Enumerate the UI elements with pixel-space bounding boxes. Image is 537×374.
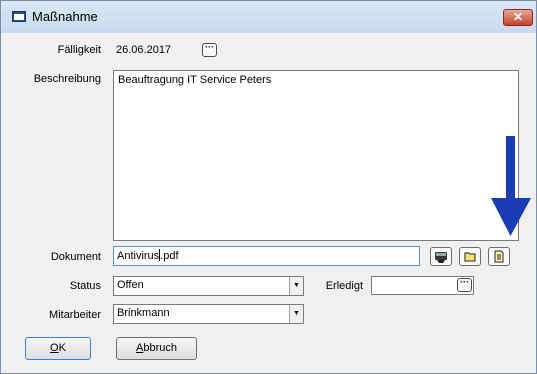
title-bar[interactable]: Maßnahme ✕ — [1, 1, 536, 33]
status-value: Offen — [117, 279, 144, 291]
dots-icon: ··· — [205, 42, 214, 52]
dokument-label: Dokument — [50, 251, 101, 263]
folder-icon — [464, 252, 476, 262]
dokument-value-end: .pdf — [160, 250, 179, 262]
mitarbeiter-dropdown-button[interactable]: ▼ — [289, 305, 303, 323]
dialog-window: Maßnahme ✕ Fälligkeit 26.06.2017 ··· Bes… — [0, 0, 537, 374]
dokument-input[interactable]: Antivirus.pdf — [113, 246, 420, 266]
abbruch-label-rest: bbruch — [143, 342, 177, 354]
mitarbeiter-value: Brinkmann — [117, 307, 170, 319]
scan-button[interactable] — [430, 247, 452, 266]
abbruch-button[interactable]: Abbruch — [116, 337, 197, 360]
blue-down-arrow-icon — [491, 136, 531, 236]
ok-label-rest: K — [58, 342, 66, 354]
window-title: Maßnahme — [32, 9, 98, 24]
close-button[interactable]: ✕ — [503, 9, 533, 26]
open-document-button[interactable] — [488, 247, 510, 266]
dots-icon: ··· — [460, 277, 469, 287]
ok-mnemonic: O — [50, 342, 59, 354]
mitarbeiter-label: Mitarbeiter — [49, 309, 101, 321]
dialog-body: Fälligkeit 26.06.2017 ··· Beschreibung B… — [5, 34, 534, 364]
scanner-icon — [435, 252, 447, 263]
beschreibung-label: Beschreibung — [33, 73, 101, 85]
faelligkeit-label: Fälligkeit — [57, 44, 101, 56]
mitarbeiter-combo[interactable]: Brinkmann ▼ — [113, 304, 304, 324]
erledigt-label: Erledigt — [325, 280, 363, 292]
window-icon — [12, 11, 26, 22]
status-label: Status — [69, 280, 101, 292]
dropdown-arrow-icon: ▼ — [293, 310, 300, 317]
faelligkeit-field[interactable]: 26.06.2017 — [113, 41, 199, 59]
dokument-value-start: Antivirus — [117, 250, 160, 262]
open-folder-button[interactable] — [459, 247, 481, 266]
ok-button[interactable]: OK — [25, 337, 91, 360]
beschreibung-textarea[interactable]: Beauftragung IT Service Peters — [113, 70, 519, 241]
document-icon — [494, 250, 504, 263]
erledigt-date-picker-button[interactable]: ··· — [457, 278, 472, 292]
date-picker-button[interactable]: ··· — [202, 43, 217, 57]
